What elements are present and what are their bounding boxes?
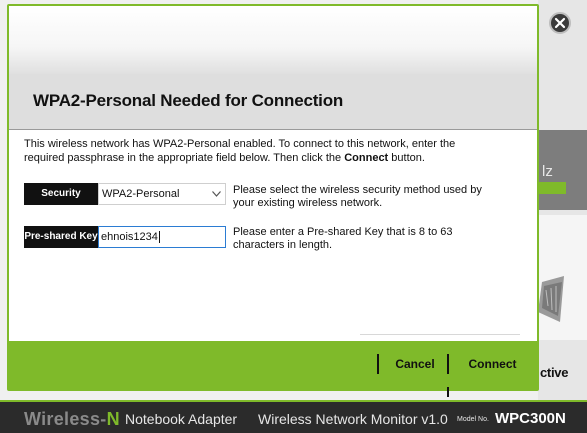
adapter-card-image xyxy=(538,276,564,322)
connect-button[interactable]: Connect xyxy=(455,355,530,373)
security-label: Security xyxy=(24,183,98,205)
dialog-title: WPA2-Personal Needed for Connection xyxy=(33,91,344,110)
footer-separator xyxy=(360,334,520,335)
security-selected-value: WPA2-Personal xyxy=(102,188,180,200)
cancel-button[interactable]: Cancel xyxy=(385,355,445,373)
background-partial-label: lz xyxy=(542,163,553,180)
close-icon xyxy=(554,17,566,29)
button-divider xyxy=(377,354,379,374)
security-help-text: Please select the wireless security meth… xyxy=(233,184,482,209)
app-name-version: Wireless Network Monitor v1.0 xyxy=(258,411,448,427)
product-name: Notebook Adapter xyxy=(125,411,238,427)
psk-label: Pre-shared Key xyxy=(24,226,98,248)
title-band: WPA2-Personal Needed for Connection xyxy=(9,74,537,130)
dialog-body: WPA2-Personal Needed for Connection xyxy=(9,6,537,341)
intro-text-part2: button. xyxy=(388,152,425,164)
psk-input-value: ehnois1234 xyxy=(101,231,158,243)
intro-text: This wireless network has WPA2-Personal … xyxy=(24,137,494,165)
brand-logo: Wireless-N xyxy=(24,409,120,430)
chevron-down-icon xyxy=(212,191,221,197)
psk-help-text: Please enter a Pre-shared Key that is 8 … xyxy=(233,226,453,251)
model-no-label: Model No. xyxy=(457,416,489,423)
intro-text-bold: Connect xyxy=(344,152,389,164)
background-signal-bar xyxy=(538,182,566,194)
dialog-header xyxy=(9,6,537,74)
background-tab-label[interactable]: ctive xyxy=(540,365,568,380)
brand-n-text: N xyxy=(106,409,120,429)
brand-wireless-text: Wireless- xyxy=(24,409,107,429)
psk-input[interactable]: ehnois1234 xyxy=(98,226,226,248)
text-caret xyxy=(158,231,160,244)
close-button[interactable] xyxy=(549,12,571,34)
security-select[interactable]: WPA2-Personal xyxy=(98,183,226,205)
model-number: WPC300N xyxy=(495,410,566,427)
button-divider xyxy=(447,354,449,374)
brand-bar: Wireless-N Notebook Adapter Wireless Net… xyxy=(0,400,587,433)
divider-tick xyxy=(447,387,449,397)
